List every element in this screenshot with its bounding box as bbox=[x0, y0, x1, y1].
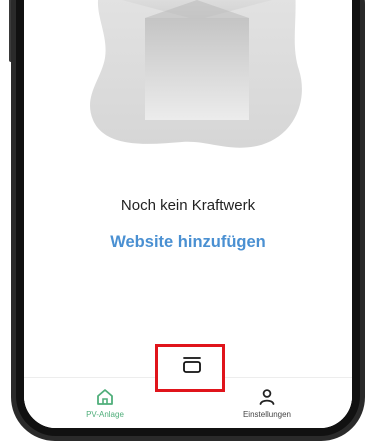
app-screen: Noch kein Kraftwerk Website hinzufügen P… bbox=[24, 0, 352, 428]
tab-einstellungen[interactable]: Einstellungen bbox=[222, 378, 312, 426]
home-icon bbox=[97, 389, 113, 405]
user-icon bbox=[259, 389, 275, 405]
empty-box-illustration bbox=[90, 0, 302, 148]
layers-icon bbox=[183, 357, 201, 373]
tab-pv-anlage-label: PV-Anlage bbox=[86, 410, 124, 419]
empty-state-message: Noch kein Kraftwerk bbox=[120, 197, 256, 214]
add-website-link[interactable]: Website hinzufügen bbox=[24, 233, 352, 252]
tab-pv-anlage[interactable]: PV-Anlage bbox=[60, 378, 150, 426]
bottom-tab-bar: PV-Anlage Einstellungen bbox=[24, 344, 352, 428]
tab-einstellungen-label: Einstellungen bbox=[242, 410, 292, 419]
phone-screenshot: Noch kein Kraftwerk Website hinzufügen P… bbox=[0, 0, 365, 446]
tab-center-highlighted[interactable] bbox=[155, 344, 225, 392]
